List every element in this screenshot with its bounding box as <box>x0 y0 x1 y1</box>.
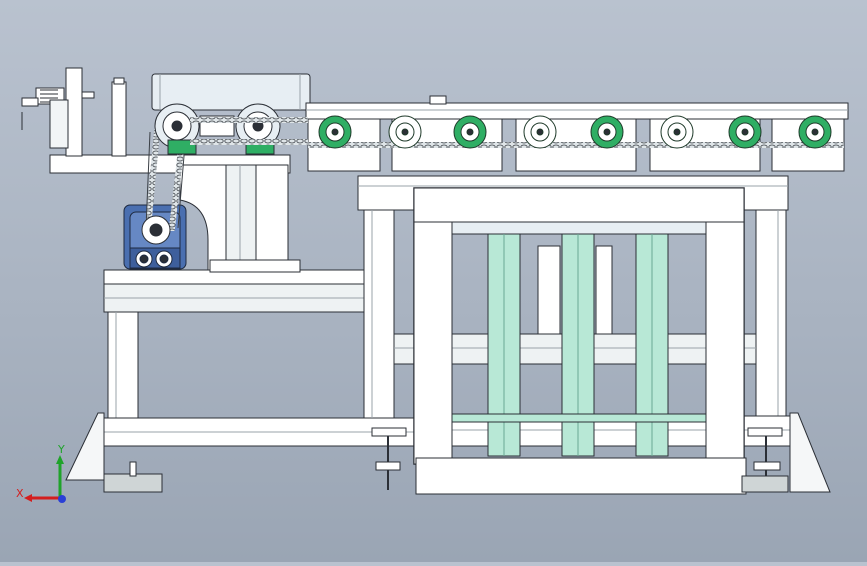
coordinate-triad: X Y <box>16 443 66 503</box>
sprocket <box>728 115 762 149</box>
cad-viewport[interactable]: X Y <box>0 0 867 562</box>
x-axis-label: X <box>16 487 24 500</box>
sprocket <box>798 115 832 149</box>
sprocket <box>318 115 352 149</box>
y-axis-label: Y <box>57 443 65 456</box>
sprocket <box>660 115 694 149</box>
vertical-guides <box>451 233 707 457</box>
sprocket <box>388 115 422 149</box>
machine-drawing: X Y <box>16 67 849 503</box>
sprocket <box>453 115 487 149</box>
drive-pedestal <box>179 164 301 273</box>
sprocket <box>523 115 557 149</box>
top-rail <box>305 95 849 120</box>
sprocket <box>590 115 624 149</box>
